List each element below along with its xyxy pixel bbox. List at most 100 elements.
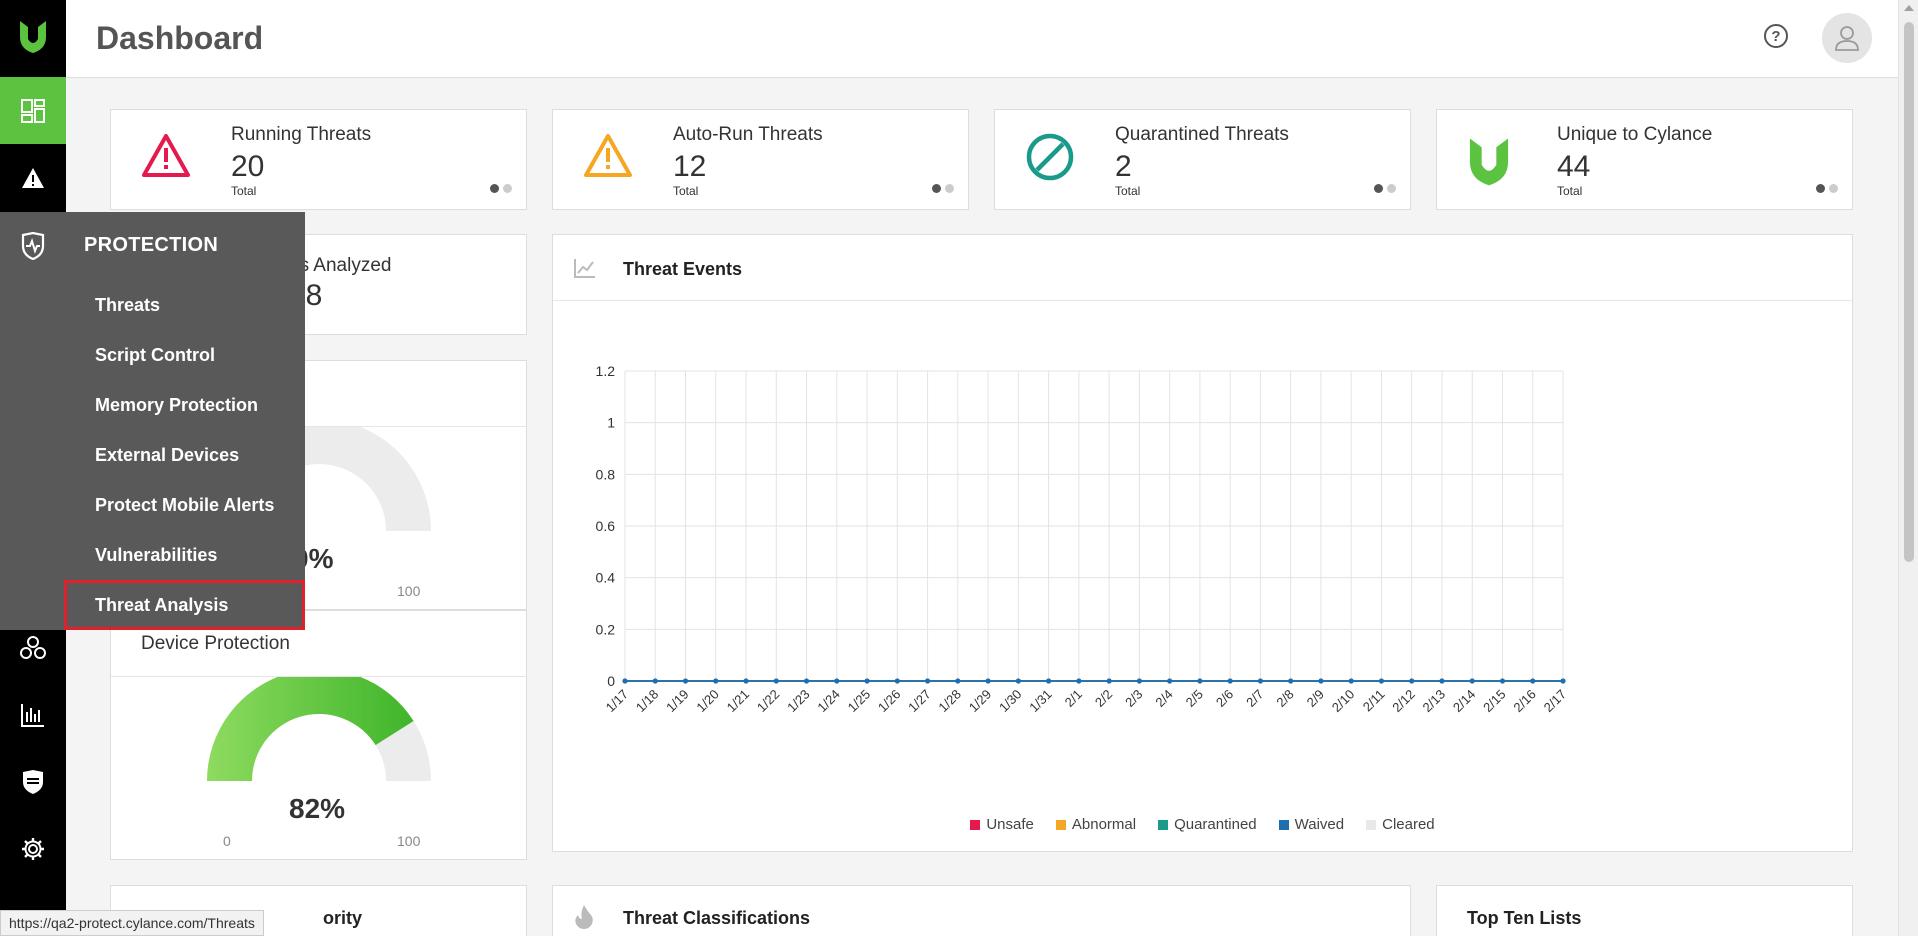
cylance-logo-icon — [20, 21, 46, 53]
vertical-scrollbar[interactable] — [1898, 0, 1918, 936]
x-tick-label: 1/29 — [966, 687, 995, 716]
x-tick-label: 1/26 — [875, 687, 904, 716]
gauge-value: 82% — [289, 793, 346, 824]
legend-item[interactable]: Abnormal — [1055, 816, 1136, 833]
stat-value: 44 — [1557, 150, 1591, 183]
data-point — [1409, 678, 1415, 684]
y-tick-label: 0 — [607, 673, 615, 689]
carousel-dots[interactable] — [490, 184, 512, 193]
top-ten-lists-card: Top Ten Lists — [1436, 885, 1853, 936]
data-point — [924, 678, 931, 684]
legend-item[interactable]: Waived — [1278, 816, 1344, 833]
carousel-dots[interactable] — [932, 184, 954, 193]
nav-alerts[interactable] — [0, 144, 66, 211]
device-protection-gauge — [207, 677, 431, 781]
data-point — [1167, 678, 1173, 684]
data-point — [985, 678, 991, 684]
gauge-min: 0 — [223, 833, 231, 849]
menu-item-script-control[interactable]: Script Control — [95, 345, 215, 366]
nav-dashboard[interactable] — [0, 77, 66, 144]
stat-sub: Total — [673, 184, 699, 198]
x-tick-label: 2/13 — [1420, 687, 1449, 716]
gauge-max: 100 — [397, 583, 421, 599]
line-chart-icon — [574, 259, 595, 278]
legend-item[interactable]: Unsafe — [970, 816, 1034, 833]
x-tick-label: 1/18 — [633, 687, 662, 716]
settings-icon — [22, 837, 44, 860]
user-icon — [1835, 26, 1859, 51]
stat-card-unique-to-cylance[interactable]: Unique to Cylance 44 Total — [1436, 109, 1853, 210]
gauge-fill — [207, 677, 414, 781]
gauge-max: 100 — [397, 833, 421, 849]
legend-label: Cleared — [1382, 816, 1435, 833]
y-tick-label: 1 — [607, 415, 615, 431]
carousel-dots[interactable] — [1374, 184, 1396, 193]
x-tick-label: 2/12 — [1389, 687, 1418, 716]
stat-value: 2 — [1115, 150, 1132, 183]
protection-icon — [21, 231, 45, 260]
data-point — [1136, 678, 1142, 684]
stat-label: Auto-Run Threats — [673, 124, 823, 145]
threat-events-title: Threat Events — [623, 259, 743, 279]
warning-triangle-icon — [141, 132, 191, 183]
menu-item-memory-protection[interactable]: Memory Protection — [95, 395, 258, 416]
legend-item[interactable]: Cleared — [1366, 816, 1435, 833]
stat-card-quarantined-threats[interactable]: Quarantined Threats 2 Total — [994, 109, 1411, 210]
x-tick-label: 1/28 — [935, 687, 964, 716]
x-tick-label: 2/8 — [1273, 687, 1296, 710]
protection-flyout-menu: PROTECTION Threats Script Control Memory… — [0, 212, 305, 630]
cylance-logo[interactable] — [0, 0, 66, 70]
x-tick-label: 2/11 — [1360, 687, 1388, 715]
nav-reports[interactable] — [0, 681, 66, 748]
legend-swatch — [1278, 819, 1289, 830]
data-point — [713, 678, 719, 684]
x-tick-label: 1/19 — [663, 687, 692, 716]
data-point — [1227, 678, 1233, 684]
y-tick-label: 0.8 — [596, 466, 616, 482]
data-point — [1288, 678, 1294, 684]
x-tick-label: 1/25 — [845, 687, 874, 716]
menu-item-threat-analysis[interactable]: Threat Analysis — [95, 595, 228, 616]
x-tick-label: 2/17 — [1541, 687, 1570, 716]
x-tick-label: 1/24 — [814, 687, 843, 716]
scrollbar-thumb[interactable] — [1904, 22, 1914, 562]
warning-triangle-icon — [583, 132, 633, 183]
x-tick-label: 2/9 — [1304, 687, 1327, 710]
x-tick-label: 1/23 — [784, 687, 813, 716]
status-url: https://qa2-protect.cylance.com/Threats — [0, 910, 264, 936]
menu-item-threats[interactable]: Threats — [95, 295, 160, 316]
data-point — [1076, 678, 1082, 684]
data-point — [1439, 678, 1445, 684]
menu-item-protect-mobile-alerts[interactable]: Protect Mobile Alerts — [95, 495, 274, 516]
nav-shield[interactable] — [0, 748, 66, 815]
data-point — [652, 678, 658, 684]
x-tick-label: 1/21 — [724, 687, 753, 716]
device-protection-title: Device Protection — [141, 633, 290, 654]
legend-item[interactable]: Quarantined — [1158, 816, 1257, 833]
nav-settings[interactable] — [0, 815, 66, 882]
stat-card-auto-run-threats[interactable]: Auto-Run Threats 12 Total — [552, 109, 969, 210]
y-tick-label: 0.6 — [596, 518, 616, 534]
x-tick-label: 1/20 — [693, 687, 722, 716]
cylance-logo-icon — [1467, 132, 1511, 191]
carousel-dots[interactable] — [1816, 184, 1838, 193]
stat-sub: Total — [231, 184, 257, 198]
legend-swatch — [1055, 819, 1066, 830]
help-icon[interactable]: ? — [1764, 24, 1788, 48]
legend-swatch — [970, 819, 981, 830]
data-point — [1530, 678, 1536, 684]
dashboard-icon — [21, 98, 45, 123]
threat-classifications-card: Threat Classifications — [552, 885, 1411, 936]
x-tick-label: 2/16 — [1510, 687, 1539, 716]
x-tick-label: 2/4 — [1152, 687, 1175, 710]
menu-item-external-devices[interactable]: External Devices — [95, 445, 239, 466]
data-point — [1499, 678, 1506, 684]
avatar[interactable] — [1822, 13, 1872, 63]
menu-item-vulnerabilities[interactable]: Vulnerabilities — [95, 545, 217, 566]
stat-card-running-threats[interactable]: Running Threats 20 Total — [110, 109, 527, 210]
prohibited-icon — [1025, 132, 1075, 187]
page-header: Dashboard ? — [66, 0, 1898, 78]
integrations-icon — [20, 635, 46, 659]
scroll-up-arrow[interactable] — [1904, 5, 1914, 11]
data-point — [1318, 678, 1324, 684]
